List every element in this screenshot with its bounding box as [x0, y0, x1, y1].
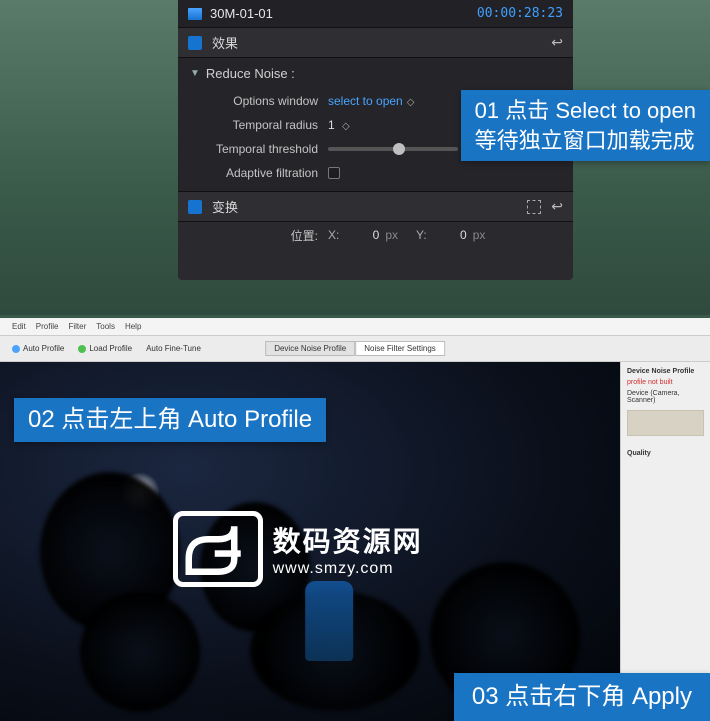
- device-field[interactable]: [627, 410, 704, 436]
- watermark-en: www.smzy.com: [273, 560, 423, 578]
- callout-01-line2: 等待独立窗口加载完成: [475, 126, 696, 156]
- load-profile-label: Load Profile: [89, 344, 132, 353]
- callout-01-line1: 01 点击 Select to open: [475, 96, 696, 126]
- slider-knob-icon[interactable]: [393, 143, 405, 155]
- effects-checkbox-icon[interactable]: [188, 36, 202, 50]
- x-unit: px: [385, 228, 398, 242]
- load-profile-icon: [78, 345, 86, 353]
- effect-header[interactable]: ▼ Reduce Noise: [178, 62, 573, 89]
- adaptive-filtration-label: Adaptive filtration: [178, 166, 328, 180]
- watermark-logo-icon: [173, 511, 263, 587]
- person-figure: [305, 581, 353, 661]
- app-menubar: Edit Profile Filter Tools Help: [0, 318, 710, 336]
- tab-device-noise-profile[interactable]: Device Noise Profile: [265, 341, 355, 356]
- x-axis-label: X:: [328, 228, 339, 242]
- position-x-value[interactable]: 0: [345, 228, 379, 242]
- temporal-threshold-label: Temporal threshold: [178, 142, 328, 156]
- app-toolbar: Auto Profile Load Profile Auto Fine-Tune…: [0, 336, 710, 362]
- view-tabs: Device Noise Profile Noise Filter Settin…: [265, 341, 445, 356]
- y-unit: px: [473, 228, 486, 242]
- effect-name: Reduce Noise: [206, 66, 295, 81]
- auto-profile-icon: [12, 345, 20, 353]
- load-profile-button[interactable]: Load Profile: [74, 342, 136, 355]
- position-y-value[interactable]: 0: [433, 228, 467, 242]
- profile-warning: profile not built: [627, 379, 704, 386]
- temporal-threshold-slider[interactable]: [328, 147, 458, 151]
- bottom-section: Edit Profile Filter Tools Help Auto Prof…: [0, 318, 710, 721]
- stepper-caret-icon[interactable]: ◇: [342, 121, 350, 132]
- clip-title: 30M-01-01: [210, 6, 273, 21]
- fine-tune-label: Auto Fine-Tune: [146, 344, 201, 353]
- clip-header: 30M-01-01 00:00:28:23: [178, 0, 573, 28]
- temporal-radius-stepper[interactable]: 1 ◇: [328, 118, 350, 132]
- adaptive-filtration-checkbox[interactable]: [328, 167, 340, 179]
- watermark-cn: 数码资源网: [273, 520, 423, 560]
- auto-profile-button[interactable]: Auto Profile: [8, 342, 68, 355]
- side-header: Device Noise Profile: [627, 368, 704, 375]
- effects-section-header[interactable]: 效果 ↩: [178, 28, 573, 58]
- transform-section-header[interactable]: 变换 ↩: [178, 192, 573, 222]
- position-row: 位置: X: 0 px Y: 0 px: [178, 222, 573, 248]
- popup-caret-icon[interactable]: ◇: [403, 94, 415, 108]
- menu-help[interactable]: Help: [125, 322, 141, 331]
- disclosure-icon[interactable]: ▼: [190, 68, 200, 79]
- quality-label: Quality: [627, 450, 704, 457]
- adaptive-filtration-row: Adaptive filtration: [178, 161, 573, 185]
- profile-side-panel: Device Noise Profile profile not built D…: [620, 362, 710, 721]
- position-label: 位置:: [178, 227, 328, 244]
- watermark: 数码资源网 www.smzy.com: [173, 511, 423, 587]
- callout-02: 02 点击左上角 Auto Profile: [14, 398, 326, 442]
- transform-checkbox-icon[interactable]: [188, 200, 202, 214]
- top-section: 30M-01-01 00:00:28:23 效果 ↩ ▼ Reduce Nois…: [0, 0, 710, 315]
- transform-label: 变换: [212, 197, 238, 216]
- device-label: Device (Camera, Scanner): [627, 390, 704, 404]
- tab-noise-filter-settings[interactable]: Noise Filter Settings: [355, 341, 445, 356]
- reset-icon[interactable]: ↩: [551, 34, 563, 51]
- temporal-radius-value: 1: [328, 118, 335, 132]
- temporal-radius-label: Temporal radius: [178, 118, 328, 132]
- callout-03: 03 点击右下角 Apply: [454, 673, 710, 721]
- auto-profile-label: Auto Profile: [23, 344, 64, 353]
- clip-timecode: 00:00:28:23: [477, 6, 563, 21]
- options-window-label: Options window: [178, 94, 328, 108]
- fine-tune-button[interactable]: Auto Fine-Tune: [142, 342, 205, 355]
- dark-blob: [80, 592, 200, 712]
- clip-icon: [188, 8, 202, 20]
- effects-label: 效果: [212, 33, 238, 52]
- menu-filter[interactable]: Filter: [68, 322, 86, 331]
- callout-01: 01 点击 Select to open 等待独立窗口加载完成: [461, 90, 710, 161]
- menu-profile[interactable]: Profile: [36, 322, 59, 331]
- options-window-popup[interactable]: select to open: [328, 94, 403, 108]
- reset-icon[interactable]: ↩: [551, 198, 563, 215]
- crop-icon[interactable]: [527, 200, 541, 214]
- menu-edit[interactable]: Edit: [12, 322, 26, 331]
- menu-tools[interactable]: Tools: [96, 322, 115, 331]
- y-axis-label: Y:: [416, 228, 427, 242]
